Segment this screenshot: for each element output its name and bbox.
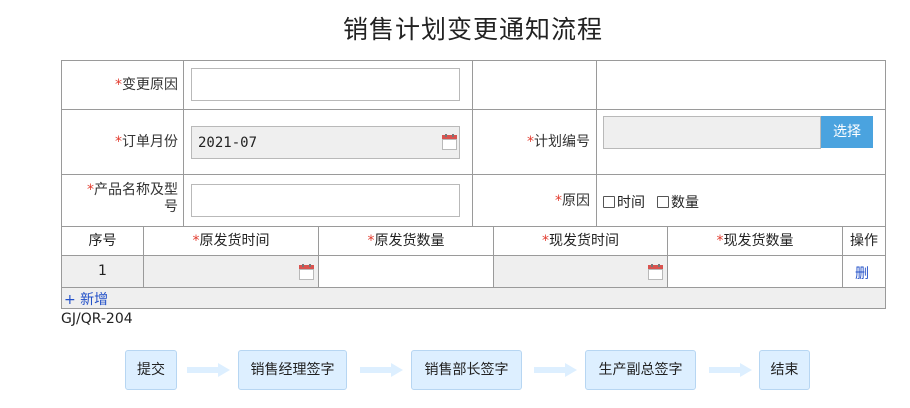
- required-mark: *: [367, 233, 375, 249]
- add-row-link[interactable]: + 新增: [64, 289, 108, 309]
- delete-row-link[interactable]: 删: [855, 263, 869, 283]
- reason-time-label: 时间: [617, 195, 645, 211]
- col-header-new-qty-text: 现发货数量: [723, 233, 794, 249]
- row-divider: [61, 109, 886, 110]
- plan-number-input[interactable]: [603, 116, 821, 149]
- reason-label-text: 原因: [562, 193, 590, 209]
- required-mark: *: [192, 233, 200, 249]
- new-qty-input[interactable]: [668, 256, 842, 287]
- row-divider: [61, 174, 886, 175]
- col-header-action: 操作: [850, 233, 878, 249]
- col-header-orig-time-text: 原发货时间: [199, 233, 270, 249]
- required-mark: *: [87, 182, 94, 198]
- required-mark: *: [716, 233, 724, 249]
- col-divider: [596, 60, 597, 226]
- order-month-label: *订单月份: [66, 134, 178, 151]
- calendar-icon[interactable]: [442, 134, 457, 150]
- product-name-label-line2: 号: [164, 199, 178, 215]
- required-mark: *: [115, 134, 122, 150]
- plan-number-label-text: 计划编号: [534, 134, 590, 150]
- document-code: GJ/QR-204: [61, 311, 133, 327]
- page-title: 销售计划变更通知流程: [342, 15, 603, 44]
- col-header-new-time: *现发货时间: [494, 227, 667, 255]
- col-divider: [472, 60, 473, 226]
- order-month-label-text: 订单月份: [122, 134, 178, 150]
- change-reason-input[interactable]: [191, 68, 460, 101]
- plan-number-label: *计划编号: [478, 134, 590, 151]
- reason-quantity-checkbox[interactable]: 数量: [657, 192, 699, 212]
- arrow-right-icon: [187, 363, 231, 377]
- table-border-top: [61, 60, 886, 61]
- checkbox-box[interactable]: [657, 196, 669, 208]
- select-plan-button[interactable]: 选择: [821, 116, 873, 148]
- col-divider: [183, 60, 184, 226]
- orig-qty-input[interactable]: [319, 256, 493, 287]
- required-mark: *: [542, 233, 549, 249]
- reason-quantity-label: 数量: [671, 195, 699, 211]
- flow-step-sales-manager: 销售经理签字: [238, 350, 347, 390]
- calendar-icon[interactable]: [648, 264, 663, 280]
- required-mark: *: [527, 134, 534, 150]
- flow-step-submit: 提交: [125, 350, 177, 390]
- flow-step-sales-director: 销售部长签字: [411, 350, 522, 390]
- checkbox-box[interactable]: [603, 196, 615, 208]
- arrow-right-icon: [360, 363, 404, 377]
- reason-label: *原因: [478, 193, 590, 210]
- arrow-right-icon: [709, 363, 753, 377]
- col-header-seq: 序号: [88, 233, 117, 249]
- order-month-input[interactable]: 2021-07: [191, 126, 460, 159]
- col-header-orig-qty: *原发货数量: [319, 227, 493, 255]
- required-mark: *: [555, 193, 562, 209]
- order-month-value: 2021-07: [198, 134, 258, 151]
- reason-time-checkbox[interactable]: 时间: [603, 192, 645, 212]
- product-name-input[interactable]: [191, 184, 460, 217]
- change-reason-label-text: 变更原因: [122, 77, 178, 93]
- product-name-label: *产品名称及型 号: [66, 182, 178, 216]
- table-border-right: [885, 60, 886, 308]
- new-time-input[interactable]: [494, 256, 667, 287]
- row-seq: 1: [98, 263, 107, 279]
- flow-step-vp-production: 生产副总签字: [585, 350, 696, 390]
- calendar-icon[interactable]: [299, 264, 314, 280]
- flow-step-end: 结束: [759, 350, 810, 390]
- col-header-orig-qty-text: 原发货数量: [374, 233, 445, 249]
- change-reason-label: *变更原因: [66, 77, 178, 94]
- col-header-new-time-text: 现发货时间: [549, 233, 619, 249]
- table-row-seq-cell: 1: [62, 256, 143, 287]
- arrow-right-icon: [534, 363, 578, 377]
- col-header-orig-time: *原发货时间: [144, 227, 318, 255]
- orig-time-input[interactable]: [144, 256, 318, 287]
- product-name-label-line1: 产品名称及型: [94, 182, 178, 198]
- required-mark: *: [115, 77, 122, 93]
- table-border-bottom: [61, 308, 886, 309]
- add-row-bar: [62, 288, 885, 308]
- col-header-new-qty: *现发货数量: [668, 227, 842, 255]
